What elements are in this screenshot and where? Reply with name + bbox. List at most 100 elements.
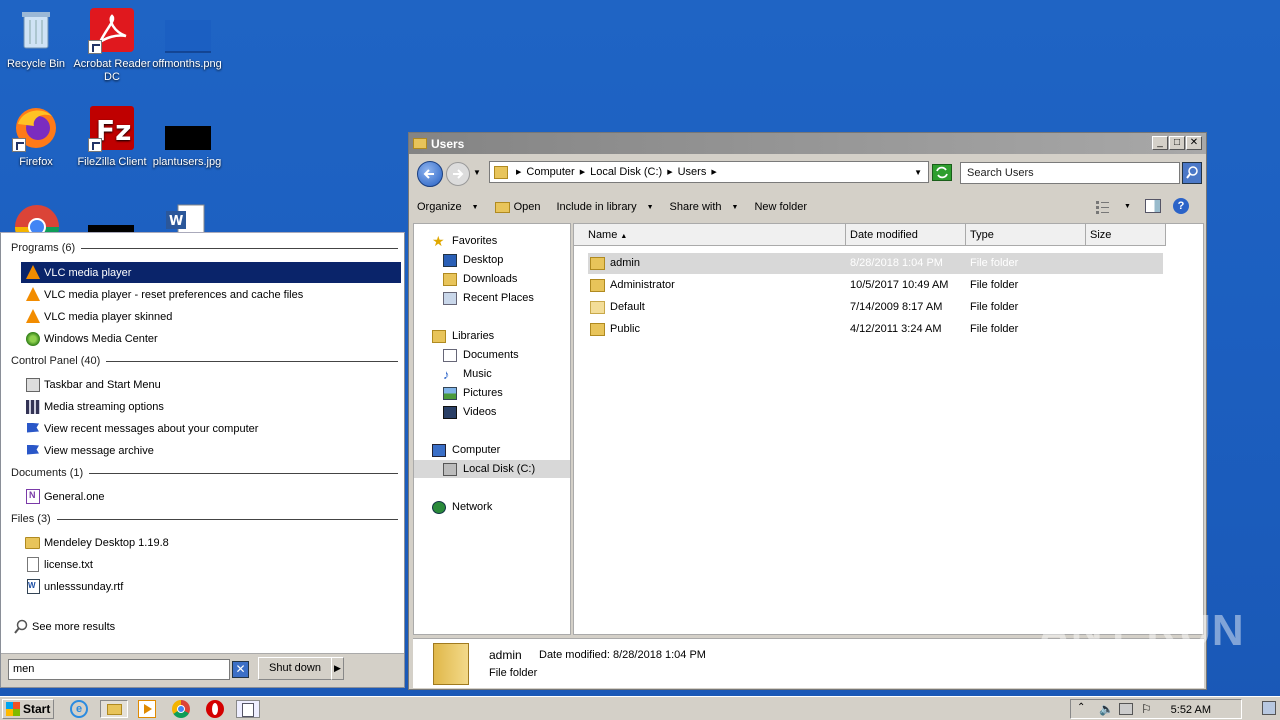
magnifier-icon (13, 619, 29, 635)
breadcrumb-chevron-icon[interactable]: ▶ (667, 168, 672, 176)
see-more-results[interactable]: See more results (9, 616, 389, 637)
shut-down-button[interactable]: Shut down (258, 657, 332, 680)
search-users-input[interactable]: Search Users (960, 162, 1180, 184)
nav-downloads[interactable]: Downloads (443, 270, 517, 288)
desktop-icon-acrobat[interactable]: Acrobat Reader DC (72, 6, 152, 84)
black-file-icon[interactable] (88, 225, 134, 232)
result-license-txt[interactable]: license.txt (21, 554, 401, 575)
nav-pictures[interactable]: Pictures (443, 384, 503, 402)
column-header-name[interactable]: Name ▲ (574, 224, 846, 246)
network-status-icon[interactable] (1119, 703, 1133, 715)
locked-folder-icon (590, 257, 605, 270)
view-options-icon[interactable] (1095, 200, 1111, 217)
desktop-icon-filezilla[interactable]: Fz FileZilla Client (72, 104, 152, 169)
chrome-taskbar-icon[interactable] (172, 700, 190, 718)
action-center-flag-icon[interactable]: ⚐ (1141, 702, 1152, 716)
word-document-icon[interactable]: W (164, 203, 210, 232)
breadcrumb-chevron-icon[interactable]: ▶ (516, 168, 521, 176)
nav-computer[interactable]: Computer (432, 441, 500, 459)
opera-icon[interactable] (206, 700, 224, 718)
sort-ascending-icon: ▲ (620, 233, 628, 240)
result-media-streaming[interactable]: Media streaming options (21, 396, 401, 417)
taskbar-clock[interactable]: 5:52 AM (1171, 704, 1211, 716)
image-file-icon (163, 104, 211, 152)
show-hidden-icons-icon[interactable]: ⌃ (1077, 702, 1085, 713)
volume-icon[interactable]: 🔈 (1099, 702, 1114, 716)
table-row[interactable]: Public 4/12/2011 3:24 AM File folder (588, 319, 1163, 340)
forward-button[interactable] (446, 162, 470, 186)
breadcrumb-chevron-icon[interactable]: ▶ (580, 168, 585, 176)
result-view-recent-messages[interactable]: View recent messages about your computer (21, 418, 401, 439)
maximize-button[interactable]: □ (1169, 136, 1185, 150)
text-file-icon (25, 556, 41, 573)
view-dropdown-icon[interactable]: ▼ (1124, 203, 1131, 210)
recent-pages-chevron-icon[interactable]: ▼ (473, 168, 481, 177)
section-files: Files (3) (11, 513, 398, 525)
notepad-taskbar-icon[interactable] (236, 700, 260, 718)
result-general-one[interactable]: General.one (21, 486, 401, 507)
nav-documents[interactable]: Documents (443, 346, 519, 364)
result-windows-media-center[interactable]: Windows Media Center (21, 328, 401, 349)
anyrun-watermark: ANY RUN (1038, 606, 1245, 655)
nav-local-disk[interactable]: Local Disk (C:) (414, 460, 570, 478)
breadcrumb-users[interactable]: Users (678, 166, 707, 178)
close-button[interactable]: ✕ (1186, 136, 1202, 150)
table-row[interactable]: Default 7/14/2009 8:17 AM File folder (588, 297, 1163, 318)
column-header-date[interactable]: Date modified (846, 224, 966, 246)
nav-favorites[interactable]: ★ Favorites (432, 232, 497, 250)
address-history-dropdown-icon[interactable]: ▼ (914, 168, 922, 177)
share-with-button[interactable]: Share with ▼ (662, 201, 747, 213)
nav-music[interactable]: ♪ Music (443, 365, 492, 383)
back-button[interactable] (417, 161, 443, 187)
result-mendeley[interactable]: Mendeley Desktop 1.19.8 (21, 532, 401, 553)
organize-button[interactable]: Organize ▼ (409, 201, 487, 213)
nav-libraries[interactable]: Libraries (432, 327, 494, 345)
network-icon (432, 500, 446, 514)
new-folder-button[interactable]: New folder (746, 201, 815, 213)
shutdown-options-arrow-icon[interactable]: ▶ (331, 657, 344, 680)
search-icon[interactable] (1182, 162, 1202, 184)
table-row[interactable]: admin 8/28/2018 1:04 PM File folder (588, 253, 1163, 274)
include-in-library-button[interactable]: Include in library ▼ (549, 201, 662, 213)
desktop-icon-recycle-bin[interactable]: Recycle Bin (0, 6, 76, 71)
breadcrumb-chevron-icon[interactable]: ▶ (711, 168, 716, 176)
internet-explorer-icon[interactable]: e (70, 700, 88, 718)
nav-videos[interactable]: Videos (443, 403, 496, 421)
start-menu: Programs (6) VLC media player VLC media … (0, 232, 405, 688)
nav-recent-places[interactable]: Recent Places (443, 289, 534, 307)
videos-icon (443, 405, 457, 419)
preview-pane-icon[interactable] (1145, 199, 1161, 213)
taskbar-icon (25, 377, 41, 393)
explorer-taskbar-button[interactable] (100, 700, 128, 718)
nav-network[interactable]: Network (432, 498, 492, 516)
table-row[interactable]: Administrator 10/5/2017 10:49 AM File fo… (588, 275, 1163, 296)
column-header-type[interactable]: Type (966, 224, 1086, 246)
breadcrumb-local-disk[interactable]: Local Disk (C:) (590, 166, 662, 178)
open-button[interactable]: Open (487, 201, 549, 213)
nav-desktop[interactable]: Desktop (443, 251, 503, 269)
refresh-icon[interactable] (932, 164, 952, 181)
media-player-icon[interactable] (138, 700, 156, 718)
desktop-icon-offmonths[interactable]: offmonths.png (147, 6, 227, 71)
help-icon[interactable]: ? (1173, 198, 1189, 214)
address-bar[interactable]: ▶ Computer ▶ Local Disk (C:) ▶ Users ▶ ▼ (489, 161, 929, 183)
chrome-icon[interactable] (14, 204, 60, 232)
clear-search-icon[interactable]: ✕ (232, 661, 249, 678)
result-vlc-media-player[interactable]: VLC media player (21, 262, 401, 283)
star-icon: ★ (432, 232, 445, 249)
column-header-size[interactable]: Size (1086, 224, 1166, 246)
window-titlebar[interactable]: Users (409, 133, 1206, 154)
result-vlc-skinned[interactable]: VLC media player skinned (21, 306, 401, 327)
result-taskbar-start-menu[interactable]: Taskbar and Start Menu (21, 374, 401, 395)
show-desktop-icon[interactable] (1262, 701, 1276, 715)
start-button[interactable]: Start (2, 699, 54, 719)
result-view-message-archive[interactable]: View message archive (21, 440, 401, 461)
minimize-button[interactable]: _ (1152, 136, 1168, 150)
result-unlesssunday-rtf[interactable]: unlesssunday.rtf (21, 576, 401, 597)
result-vlc-reset[interactable]: VLC media player - reset preferences and… (21, 284, 401, 305)
desktop-icon-firefox[interactable]: Firefox (0, 104, 76, 169)
desktop-icon-plantusers[interactable]: plantusers.jpg (147, 104, 227, 169)
windows-logo-icon (6, 702, 20, 716)
start-search-input[interactable]: men (8, 659, 230, 680)
breadcrumb-computer[interactable]: Computer (526, 166, 574, 178)
